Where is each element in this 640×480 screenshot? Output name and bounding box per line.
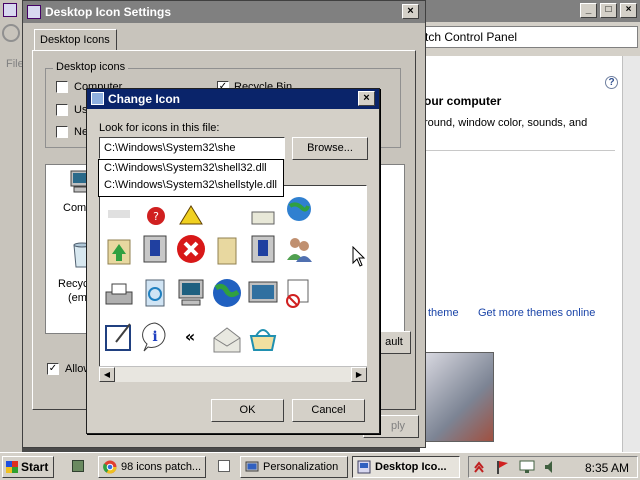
- server-rack-icon[interactable]: [246, 232, 280, 266]
- taskbar-button-desktop-icons[interactable]: Desktop Ico...: [352, 456, 460, 478]
- warning-icon[interactable]: [174, 196, 208, 230]
- look-for-icons-label: Look for icons in this file:: [99, 122, 220, 134]
- system-tray: 8:35 AM: [468, 456, 638, 478]
- allow-themes-checkbox[interactable]: ✓: [47, 363, 59, 375]
- minimize-button[interactable]: _: [580, 3, 597, 18]
- rewind-icon[interactable]: «: [174, 320, 208, 354]
- map-arrow-icon[interactable]: [102, 234, 136, 268]
- scroll-left-icon[interactable]: ◀: [99, 367, 115, 382]
- dialog-app-icon: [27, 5, 41, 19]
- autocomplete-item[interactable]: C:\Windows\System32\shellstyle.dll: [99, 177, 283, 194]
- computer-checkbox[interactable]: [56, 81, 68, 93]
- theme-link[interactable]: theme: [428, 307, 459, 319]
- tab-desktop-icons[interactable]: Desktop Icons: [34, 29, 117, 51]
- vertical-scrollbar[interactable]: [622, 56, 640, 452]
- taskbar: Start 98 icons patch... Personalization …: [0, 452, 640, 480]
- change-icon-title: Change Icon: [108, 92, 181, 106]
- recycle-document-icon[interactable]: [138, 276, 172, 310]
- close-button[interactable]: ×: [402, 4, 419, 19]
- show-hidden-icons-icon[interactable]: [473, 461, 485, 473]
- help-unknown-icon[interactable]: ?: [138, 196, 172, 230]
- folder-quicklaunch-icon[interactable]: [218, 460, 230, 472]
- close-button[interactable]: ×: [620, 3, 637, 18]
- users-icon[interactable]: [282, 232, 316, 266]
- window-app-icon: [3, 3, 17, 17]
- action-center-flag-icon[interactable]: [495, 460, 509, 474]
- desktop-icon: [357, 460, 371, 474]
- clock[interactable]: 8:35 AM: [585, 461, 629, 475]
- cancel-button[interactable]: Cancel: [292, 399, 365, 422]
- mouse-cursor-icon: [352, 246, 366, 267]
- scroll-right-icon[interactable]: ▶: [351, 367, 367, 382]
- info-icon[interactable]: i: [138, 320, 172, 354]
- ok-button[interactable]: OK: [211, 399, 284, 422]
- user-files-checkbox[interactable]: [56, 104, 68, 116]
- no-access-document-icon[interactable]: [282, 276, 316, 310]
- path-autocomplete-dropdown: C:\Windows\System32\shell32.dll C:\Windo…: [98, 159, 284, 197]
- change-icon-close-button[interactable]: ×: [358, 91, 375, 106]
- open-mail-icon[interactable]: [210, 322, 244, 356]
- map-icon[interactable]: [210, 234, 244, 268]
- group-label: Desktop icons: [53, 61, 129, 73]
- divider: [420, 150, 615, 151]
- page-description: round, window color, sounds, and: [424, 117, 588, 129]
- recycle-bin-empty-label: (em: [68, 292, 87, 304]
- personalization-icon: [245, 461, 259, 472]
- envelope-icon[interactable]: [246, 196, 280, 230]
- taskbar-button-personalization[interactable]: Personalization: [240, 456, 348, 478]
- windows-flag-icon: [6, 461, 18, 473]
- icon-grid-horizontal-scrollbar[interactable]: ◀ ▶: [99, 366, 367, 382]
- svg-text:i: i: [152, 329, 157, 345]
- svg-text:«: «: [185, 327, 195, 346]
- network-checkbox[interactable]: [56, 126, 68, 138]
- browse-button[interactable]: Browse...: [292, 137, 368, 160]
- autocomplete-item[interactable]: C:\Windows\System32\shell32.dll: [99, 160, 283, 177]
- blank-icon[interactable]: [102, 196, 136, 230]
- printer-icon[interactable]: [102, 278, 136, 312]
- svg-text:?: ?: [153, 210, 159, 223]
- dialog-titlebar: Desktop Icon Settings ×: [23, 1, 425, 23]
- taskbar-button-chrome[interactable]: 98 icons patch...: [98, 456, 206, 478]
- world-globe-icon[interactable]: [210, 276, 244, 310]
- volume-icon[interactable]: [543, 460, 557, 474]
- back-nav-icon[interactable]: [2, 24, 20, 42]
- background-window-edge: File: [0, 0, 24, 452]
- page-heading: our computer: [424, 94, 502, 108]
- start-label: Start: [21, 460, 49, 474]
- change-icon-dialog: Change Icon × Look for icons in this fil…: [86, 88, 380, 434]
- chrome-icon: [103, 460, 117, 474]
- icon-grid: ? i «: [99, 185, 367, 381]
- network-icon[interactable]: [519, 460, 535, 474]
- personalization-titlebar: _ □ ×: [420, 0, 640, 22]
- taskbar-button-label: 98 icons patch...: [121, 461, 202, 473]
- theme-preview-image[interactable]: [424, 352, 494, 442]
- icon-file-path-input[interactable]: C:\Windows\System32\she: [99, 137, 285, 159]
- basket-icon[interactable]: [246, 320, 280, 354]
- start-button[interactable]: Start: [2, 456, 54, 478]
- notepad-edit-icon[interactable]: [102, 320, 136, 354]
- get-more-themes-link[interactable]: Get more themes online: [478, 307, 595, 319]
- server-icon[interactable]: [138, 232, 172, 266]
- computer-monitor-icon[interactable]: [174, 276, 208, 310]
- taskbar-button-label: Desktop Ico...: [375, 461, 447, 473]
- address-bar[interactable]: tch Control Panel: [420, 26, 638, 48]
- error-icon[interactable]: [174, 232, 208, 266]
- taskbar-button-label: Personalization: [263, 461, 339, 473]
- help-icon[interactable]: ?: [605, 76, 618, 89]
- maximize-button[interactable]: □: [600, 3, 617, 18]
- recycle-bin-icon-label: Recyc: [58, 278, 89, 290]
- personalization-window: _ □ × tch Control Panel ? our computer r…: [420, 0, 640, 452]
- show-desktop-icon[interactable]: [72, 460, 84, 472]
- dialog-title: Desktop Icon Settings: [45, 5, 172, 19]
- change-icon-titlebar: Change Icon ×: [87, 89, 379, 109]
- display-screen-icon[interactable]: [246, 276, 280, 310]
- globe-icon[interactable]: [282, 192, 316, 226]
- personalization-content: ? our computer round, window color, soun…: [420, 56, 640, 452]
- change-icon-app-icon: [91, 92, 104, 105]
